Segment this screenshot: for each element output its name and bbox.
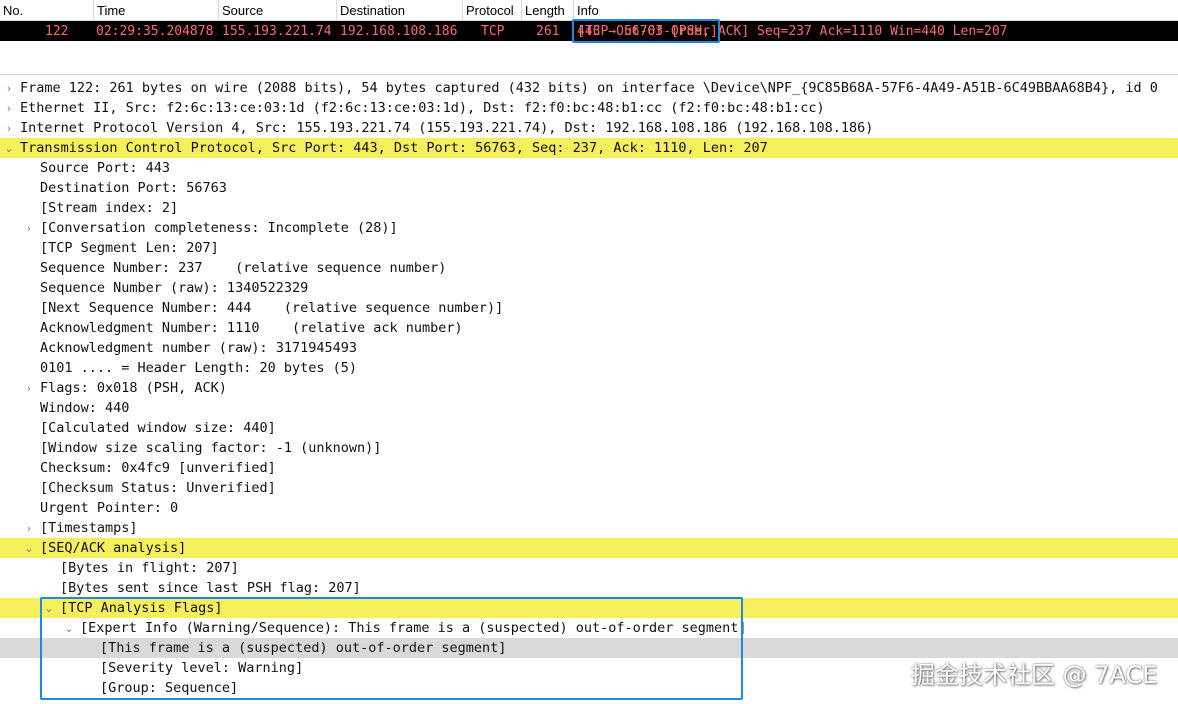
tree-row-label: Acknowledgment Number: 1110 (relative ac…: [40, 320, 463, 336]
tree-row-label: [TCP Segment Len: 207]: [40, 240, 219, 256]
tree-row-label: [Stream index: 2]: [40, 200, 179, 216]
tree-row-ethernet[interactable]: › Ethernet II, Src: f2:6c:13:ce:03:1d (f2…: [0, 98, 1178, 118]
tree-row-checksum[interactable]: Checksum: 0x4fc9 [unverified]: [0, 458, 1178, 478]
tree-row-seq-ack-analysis[interactable]: ⌄ [SEQ/ACK analysis]: [0, 538, 1178, 558]
tree-row-seq-number[interactable]: Sequence Number: 237 (relative sequence …: [0, 258, 1178, 278]
column-header-source[interactable]: Source: [219, 0, 337, 20]
tree-row-label: [Window size scaling factor: -1 (unknown…: [40, 440, 382, 456]
pane-divider[interactable]: [0, 74, 1178, 75]
tree-row-label: [SEQ/ACK analysis]: [40, 540, 187, 556]
expand-arrow-icon[interactable]: ⌄: [3, 138, 15, 159]
tree-row-label: [Checksum Status: Unverified]: [40, 480, 276, 496]
tree-row-label: [Timestamps]: [40, 520, 138, 536]
tree-row-label: Flags: 0x018 (PSH, ACK): [40, 380, 227, 396]
tree-row-bytes-in-flight[interactable]: [Bytes in flight: 207]: [0, 558, 1178, 578]
tree-row-urgent-pointer[interactable]: Urgent Pointer: 0: [0, 498, 1178, 518]
watermark: 掘金技术社区 @ 7ACE: [911, 661, 1158, 689]
tree-row-label: [Next Sequence Number: 444 (relative seq…: [40, 300, 504, 316]
tree-row-label: [Bytes sent since last PSH flag: 207]: [60, 580, 361, 596]
tree-row-dst-port[interactable]: Destination Port: 56763: [0, 178, 1178, 198]
tree-row-bytes-since-psh[interactable]: [Bytes sent since last PSH flag: 207]: [0, 578, 1178, 598]
tree-row-label: Sequence Number (raw): 1340522329: [40, 280, 309, 296]
packet-source: 155.193.221.74: [222, 24, 332, 39]
tree-row-tcp[interactable]: ⌄ Transmission Control Protocol, Src Port…: [0, 138, 1178, 158]
collapse-arrow-icon[interactable]: ›: [3, 98, 15, 119]
packet-time: 02:29:35.204878: [96, 24, 214, 39]
column-header-time[interactable]: Time: [94, 0, 219, 20]
collapse-arrow-icon[interactable]: ›: [23, 378, 35, 399]
tree-row-label: Urgent Pointer: 0: [40, 500, 179, 516]
collapse-arrow-icon[interactable]: ›: [3, 118, 15, 139]
tree-row-ipv4[interactable]: › Internet Protocol Version 4, Src: 155.1…: [0, 118, 1178, 138]
packet-length: 261: [536, 24, 560, 39]
packet-list-header: No. Time Source Destination Protocol Len…: [0, 0, 1178, 21]
column-header-info[interactable]: Info: [574, 0, 1178, 20]
tree-row-label: Frame 122: 261 bytes on wire (2088 bits)…: [20, 80, 1158, 96]
tree-row-flags[interactable]: › Flags: 0x018 (PSH, ACK): [0, 378, 1178, 398]
tree-row-header-length[interactable]: 0101 .... = Header Length: 20 bytes (5): [0, 358, 1178, 378]
tree-row-label: Acknowledgment number (raw): 3171945493: [40, 340, 357, 356]
tree-row-calc-window[interactable]: [Calculated window size: 440]: [0, 418, 1178, 438]
column-header-no[interactable]: No.: [0, 0, 94, 20]
collapse-arrow-icon[interactable]: ›: [23, 218, 35, 239]
tree-row-label: [Bytes in flight: 207]: [60, 560, 239, 576]
column-header-protocol[interactable]: Protocol: [463, 0, 522, 20]
tree-row-ack-number[interactable]: Acknowledgment Number: 1110 (relative ac…: [0, 318, 1178, 338]
tree-row-segment-len[interactable]: [TCP Segment Len: 207]: [0, 238, 1178, 258]
tree-row-label: Ethernet II, Src: f2:6c:13:ce:03:1d (f2:…: [20, 100, 825, 116]
tree-row-window[interactable]: Window: 440: [0, 398, 1178, 418]
tree-row-label: Source Port: 443: [40, 160, 171, 176]
collapse-arrow-icon[interactable]: ›: [3, 78, 15, 99]
tree-row-label: Window: 440: [40, 400, 130, 416]
tree-row-ack-raw[interactable]: Acknowledgment number (raw): 3171945493: [0, 338, 1178, 358]
tree-row-label: Checksum: 0x4fc9 [unverified]: [40, 460, 276, 476]
expand-arrow-icon[interactable]: ⌄: [23, 538, 35, 559]
column-header-destination[interactable]: Destination: [337, 0, 463, 20]
tree-row-frame[interactable]: › Frame 122: 261 bytes on wire (2088 bits…: [0, 78, 1178, 98]
tree-row-label: Destination Port: 56763: [40, 180, 227, 196]
tree-row-conversation[interactable]: › [Conversation completeness: Incomplete …: [0, 218, 1178, 238]
tree-row-label: [Conversation completeness: Incomplete (…: [40, 220, 398, 236]
info-flag-annotation-box: [572, 19, 720, 43]
tree-row-label: Transmission Control Protocol, Src Port:…: [20, 140, 768, 156]
tree-row-label: 0101 .... = Header Length: 20 bytes (5): [40, 360, 357, 376]
tree-row-label: Sequence Number: 237 (relative sequence …: [40, 260, 447, 276]
packet-destination: 192.168.108.186: [340, 24, 458, 39]
packet-protocol: TCP: [481, 24, 505, 39]
tree-row-label: Internet Protocol Version 4, Src: 155.19…: [20, 120, 874, 136]
tree-row-checksum-status[interactable]: [Checksum Status: Unverified]: [0, 478, 1178, 498]
tree-row-next-seq[interactable]: [Next Sequence Number: 444 (relative seq…: [0, 298, 1178, 318]
collapse-arrow-icon[interactable]: ›: [23, 518, 35, 539]
tree-row-stream-index[interactable]: [Stream index: 2]: [0, 198, 1178, 218]
analysis-flags-annotation-box: [40, 597, 743, 700]
tree-row-timestamps[interactable]: › [Timestamps]: [0, 518, 1178, 538]
tree-row-src-port[interactable]: Source Port: 443: [0, 158, 1178, 178]
tree-row-window-scaling[interactable]: [Window size scaling factor: -1 (unknown…: [0, 438, 1178, 458]
column-header-length[interactable]: Length: [522, 0, 574, 20]
tree-row-label: [Calculated window size: 440]: [40, 420, 276, 436]
packet-no: 122: [45, 24, 69, 39]
tree-row-seq-raw[interactable]: Sequence Number (raw): 1340522329: [0, 278, 1178, 298]
